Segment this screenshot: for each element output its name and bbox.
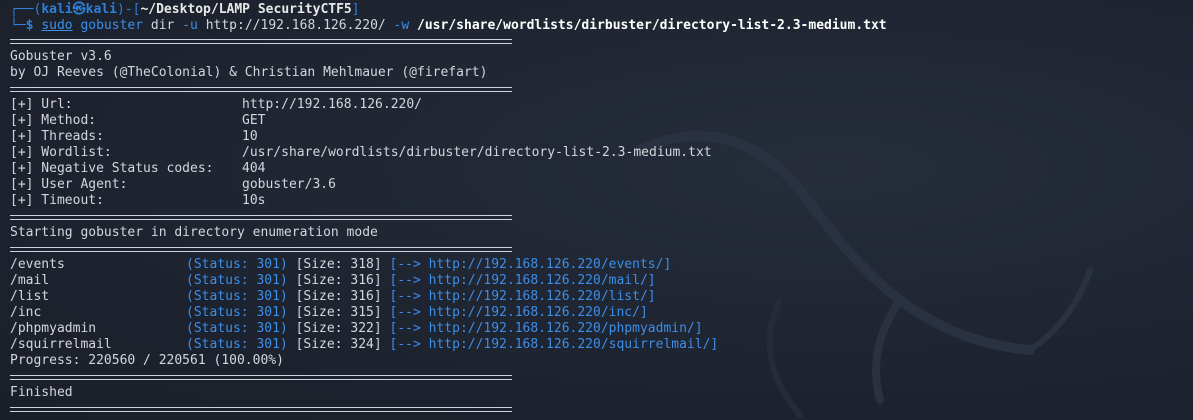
result-path: /events (10, 257, 65, 272)
command-sudo: sudo (41, 18, 73, 33)
result-row: /squirrelmail (Status: 301) [Size: 324] [… (10, 337, 718, 353)
result-arrow: [--> (389, 337, 421, 352)
divider (10, 375, 512, 380)
result-status: (Status: 301) (186, 321, 288, 336)
banner-authors: by OJ Reeves (@TheColonial) & Christian … (10, 65, 488, 80)
config-row: [+] Wordlist: /usr/share/wordlists/dirbus… (10, 145, 712, 161)
config-key: [+] Url: (10, 97, 73, 112)
result-path: /list (10, 289, 50, 304)
result-size: [Size: 316] (295, 273, 382, 288)
config-key: [+] Method: (10, 113, 97, 128)
command-flag-url: -u (182, 18, 198, 33)
prompt-header: ┌──(kali㉿kali)-[~/Desktop/LAMP SecurityC… (10, 2, 360, 18)
result-arrow: [--> (389, 321, 421, 336)
config-value: http://192.168.126.220/ (242, 97, 423, 112)
command-wordlist-path: /usr/share/wordlists/dirbuster/directory… (417, 18, 887, 33)
result-path: /mail (10, 273, 50, 288)
result-path: /squirrelmail (10, 337, 112, 352)
result-row: /list (Status: 301) [Size: 316] [--> http… (10, 289, 656, 305)
result-redirect-url[interactable]: http://192.168.126.220/inc/] (429, 305, 648, 320)
result-row: /inc (Status: 301) [Size: 315] [--> http:… (10, 305, 648, 321)
result-size: [Size: 316] (295, 289, 382, 304)
result-status: (Status: 301) (186, 305, 288, 320)
prompt-corner-top: ┌──( (10, 2, 42, 17)
prompt-separator: )-[ (116, 2, 141, 17)
result-arrow: [--> (389, 289, 421, 304)
result-status: (Status: 301) (186, 289, 288, 304)
result-redirect-url[interactable]: http://192.168.126.220/mail/] (429, 273, 656, 288)
result-arrow: [--> (389, 305, 421, 320)
divider (10, 407, 512, 412)
result-status: (Status: 301) (186, 257, 288, 272)
result-row: /mail (Status: 301) [Size: 316] [--> http… (10, 273, 656, 289)
banner-title: Gobuster v3.6 (10, 49, 112, 64)
result-size: [Size: 315] (295, 305, 382, 320)
config-value: 10s (242, 193, 266, 208)
config-value: /usr/share/wordlists/dirbuster/directory… (242, 145, 712, 160)
command-target-url: http://192.168.126.220/ (205, 18, 386, 33)
config-value: GET (242, 113, 266, 128)
config-row: [+] User Agent: gobuster/3.6 (10, 177, 336, 193)
result-status: (Status: 301) (186, 273, 288, 288)
command-binary: gobuster (80, 18, 144, 33)
result-status: (Status: 301) (186, 337, 288, 352)
result-arrow: [--> (389, 273, 421, 288)
config-key: [+] Negative Status codes: (10, 161, 214, 176)
config-row: [+] Negative Status codes: 404 (10, 161, 265, 177)
prompt-host: kali (85, 2, 117, 17)
divider (10, 247, 512, 252)
result-size: [Size: 322] (295, 321, 382, 336)
command-flag-wordlist: -w (393, 18, 410, 33)
result-path: /phpmyadmin (10, 321, 97, 336)
command-line[interactable]: └─$ sudo gobuster dir -u http://192.168.… (10, 18, 887, 34)
finished-text: Finished (10, 385, 73, 400)
result-row: /phpmyadmin (Status: 301) [Size: 322] [--… (10, 321, 703, 337)
prompt-user: kali (41, 2, 73, 17)
prompt-corner-bottom: └─ (10, 18, 26, 33)
command-subcommand: dir (150, 18, 175, 33)
result-redirect-url[interactable]: http://192.168.126.220/events/] (429, 257, 672, 272)
config-value: 404 (242, 161, 266, 176)
prompt-close-bracket: ] (351, 2, 360, 17)
config-key: [+] Wordlist: (10, 145, 112, 160)
result-redirect-url[interactable]: http://192.168.126.220/phpmyadmin/] (429, 321, 703, 336)
config-value: 10 (242, 129, 258, 144)
progress-text: Progress: 220560 / 220561 (100.00%) (10, 353, 284, 368)
config-row: [+] Url: http://192.168.126.220/ (10, 97, 422, 113)
divider (10, 87, 512, 92)
result-path: /inc (10, 305, 42, 320)
prompt-path: ~/Desktop/LAMP SecurityCTF5 (140, 2, 352, 17)
divider (10, 215, 512, 220)
mode-message: Starting gobuster in directory enumerati… (10, 225, 378, 240)
prompt-at-symbol: ㉿ (72, 2, 86, 17)
config-row: [+] Method: GET (10, 113, 265, 129)
result-row: /events (Status: 301) [Size: 318] [--> ht… (10, 257, 671, 273)
config-key: [+] User Agent: (10, 177, 128, 192)
divider (10, 39, 512, 44)
config-value: gobuster/3.6 (242, 177, 336, 192)
result-size: [Size: 318] (295, 257, 382, 272)
config-key: [+] Threads: (10, 129, 104, 144)
terminal-window[interactable]: ┌──(kali㉿kali)-[~/Desktop/LAMP SecurityC… (0, 0, 1193, 420)
prompt-dollar: $ (25, 18, 34, 33)
result-redirect-url[interactable]: http://192.168.126.220/list/] (429, 289, 656, 304)
result-size: [Size: 324] (295, 337, 382, 352)
result-arrow: [--> (389, 257, 421, 272)
config-row: [+] Threads: 10 (10, 129, 258, 145)
config-row: [+] Timeout: 10s (10, 193, 265, 209)
result-redirect-url[interactable]: http://192.168.126.220/squirrelmail/] (429, 337, 719, 352)
config-key: [+] Timeout: (10, 193, 104, 208)
